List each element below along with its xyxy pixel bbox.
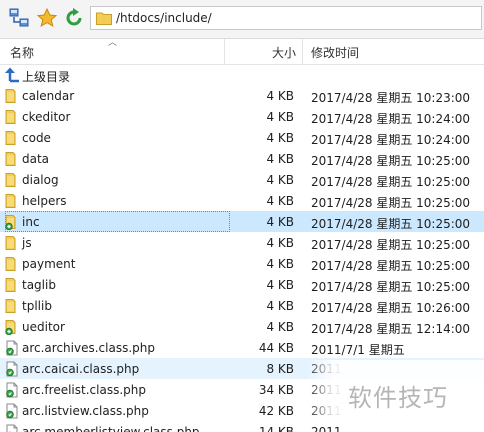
- file-name: taglib: [22, 278, 56, 292]
- file-size: 4 KB: [266, 236, 294, 250]
- toolbar: /htdocs/include/: [0, 0, 484, 39]
- file-row[interactable]: code 4 KB 2017/4/28 星期五 10:24:00: [0, 127, 484, 148]
- file-size: 4 KB: [266, 194, 294, 208]
- file-row[interactable]: arc.memberlistview.class.php 14 KB 2011: [0, 421, 484, 432]
- file-modified: 2011/7/1 星期五: [311, 343, 405, 357]
- file-size: 34 KB: [258, 383, 294, 397]
- file-row[interactable]: ueditor 4 KB 2017/4/28 星期五 12:14:00: [0, 316, 484, 337]
- favorite-star-icon[interactable]: [36, 7, 58, 29]
- file-name: arc.memberlistview.class.php: [22, 425, 200, 432]
- parent-directory-icon: [4, 67, 20, 83]
- file-row[interactable]: js 4 KB 2017/4/28 星期五 10:25:00: [0, 232, 484, 253]
- folder-icon: [96, 11, 112, 28]
- refresh-icon[interactable]: [63, 7, 85, 29]
- file-name: helpers: [22, 194, 67, 208]
- file-row[interactable]: payment 4 KB 2017/4/28 星期五 10:25:00: [0, 253, 484, 274]
- file-size: 4 KB: [266, 215, 294, 229]
- file-name: js: [22, 236, 32, 250]
- column-divider[interactable]: [224, 39, 225, 64]
- file-size: 4 KB: [266, 152, 294, 166]
- file-size: 42 KB: [258, 404, 294, 418]
- file-row[interactable]: 上级目录: [0, 64, 484, 85]
- file-row[interactable]: ckeditor 4 KB 2017/4/28 星期五 10:24:00: [0, 106, 484, 127]
- file-size: 4 KB: [266, 110, 294, 124]
- file-modified: 2017/4/28 星期五 10:25:00: [311, 175, 471, 189]
- file-name: 上级目录: [22, 70, 71, 84]
- folder-icon: [4, 109, 20, 125]
- php-file-icon: [4, 382, 20, 398]
- file-modified: 2017/4/28 星期五 10:25:00: [311, 217, 471, 231]
- php-file-icon: [4, 424, 20, 432]
- file-modified: 2017/4/28 星期五 10:25:00: [311, 280, 471, 294]
- folder-icon: [4, 151, 20, 167]
- file-row[interactable]: dialog 4 KB 2017/4/28 星期五 10:25:00: [0, 169, 484, 190]
- file-size: 44 KB: [258, 341, 294, 355]
- file-row[interactable]: taglib 4 KB 2017/4/28 星期五 10:25:00: [0, 274, 484, 295]
- file-size: 4 KB: [266, 278, 294, 292]
- file-name: tpllib: [22, 299, 52, 313]
- file-row[interactable]: arc.archives.class.php 44 KB 2011/7/1 星期五: [0, 337, 484, 358]
- column-header: ︿ 名称 大小 修改时间: [0, 38, 484, 65]
- folder-icon: [4, 130, 20, 146]
- file-size: 4 KB: [266, 131, 294, 145]
- folder-sync-icon: [4, 214, 20, 231]
- folder-icon: [4, 193, 20, 209]
- file-size: 4 KB: [266, 299, 294, 313]
- file-row[interactable]: tpllib 4 KB 2017/4/28 星期五 10:26:00: [0, 295, 484, 316]
- folder-icon: [4, 235, 20, 251]
- column-divider[interactable]: [302, 39, 303, 64]
- folder-icon: [4, 277, 20, 293]
- file-modified: 2017/4/28 星期五 10:24:00: [311, 112, 471, 126]
- file-name: ckeditor: [22, 110, 71, 124]
- file-name: calendar: [22, 89, 75, 103]
- file-row[interactable]: data 4 KB 2017/4/28 星期五 10:25:00: [0, 148, 484, 169]
- column-modified-header[interactable]: 修改时间: [311, 44, 359, 61]
- file-modified: 2017/4/28 星期五 10:23:00: [311, 91, 471, 105]
- file-modified: 2017/4/28 星期五 10:25:00: [311, 259, 471, 273]
- sort-caret-icon: ︿: [108, 38, 118, 48]
- file-size: 14 KB: [258, 425, 294, 432]
- file-size: 4 KB: [266, 320, 294, 334]
- folder-icon: [4, 172, 20, 188]
- file-size: 4 KB: [266, 257, 294, 271]
- column-size-header[interactable]: 大小: [272, 44, 296, 61]
- file-modified: 2017/4/28 星期五 10:25:00: [311, 154, 471, 168]
- name-cell: [5, 232, 230, 253]
- file-name: arc.freelist.class.php: [22, 383, 146, 397]
- file-name: inc: [22, 215, 40, 229]
- file-name: arc.archives.class.php: [22, 341, 155, 355]
- file-row[interactable]: calendar 4 KB 2017/4/28 星期五 10:23:00: [0, 85, 484, 106]
- folder-icon: [4, 256, 20, 272]
- php-file-icon: [4, 403, 20, 419]
- folder-icon: [4, 298, 20, 314]
- file-modified: 2011: [311, 425, 342, 432]
- file-name: arc.listview.class.php: [22, 404, 149, 418]
- path-input[interactable]: /htdocs/include/: [90, 6, 482, 30]
- file-size: 4 KB: [266, 173, 294, 187]
- file-name: payment: [22, 257, 76, 271]
- file-modified: 2017/4/28 星期五 10:24:00: [311, 133, 471, 147]
- file-row[interactable]: helpers 4 KB 2017/4/28 星期五 10:25:00: [0, 190, 484, 211]
- file-size: 8 KB: [266, 362, 294, 376]
- file-name: dialog: [22, 173, 59, 187]
- path-text: /htdocs/include/: [116, 11, 212, 25]
- file-name: code: [22, 131, 51, 145]
- file-modified: 2017/4/28 星期五 12:14:00: [311, 322, 471, 336]
- folder-sync-icon: [4, 319, 20, 336]
- php-file-icon: [4, 340, 20, 356]
- file-name: data: [22, 152, 50, 166]
- watermark-text: 软件技巧: [348, 384, 448, 412]
- file-modified: 2017/4/28 星期五 10:26:00: [311, 301, 471, 315]
- network-icon[interactable]: [8, 7, 30, 29]
- file-size: 4 KB: [266, 89, 294, 103]
- column-name-header[interactable]: 名称: [10, 44, 34, 61]
- file-name: arc.caicai.class.php: [22, 362, 140, 376]
- file-modified: 2017/4/28 星期五 10:25:00: [311, 196, 471, 210]
- folder-icon: [4, 88, 20, 104]
- file-row[interactable]: inc 4 KB 2017/4/28 星期五 10:25:00: [0, 211, 484, 232]
- file-name: ueditor: [22, 320, 65, 334]
- file-modified: 2017/4/28 星期五 10:25:00: [311, 238, 471, 252]
- php-file-icon: [4, 361, 20, 377]
